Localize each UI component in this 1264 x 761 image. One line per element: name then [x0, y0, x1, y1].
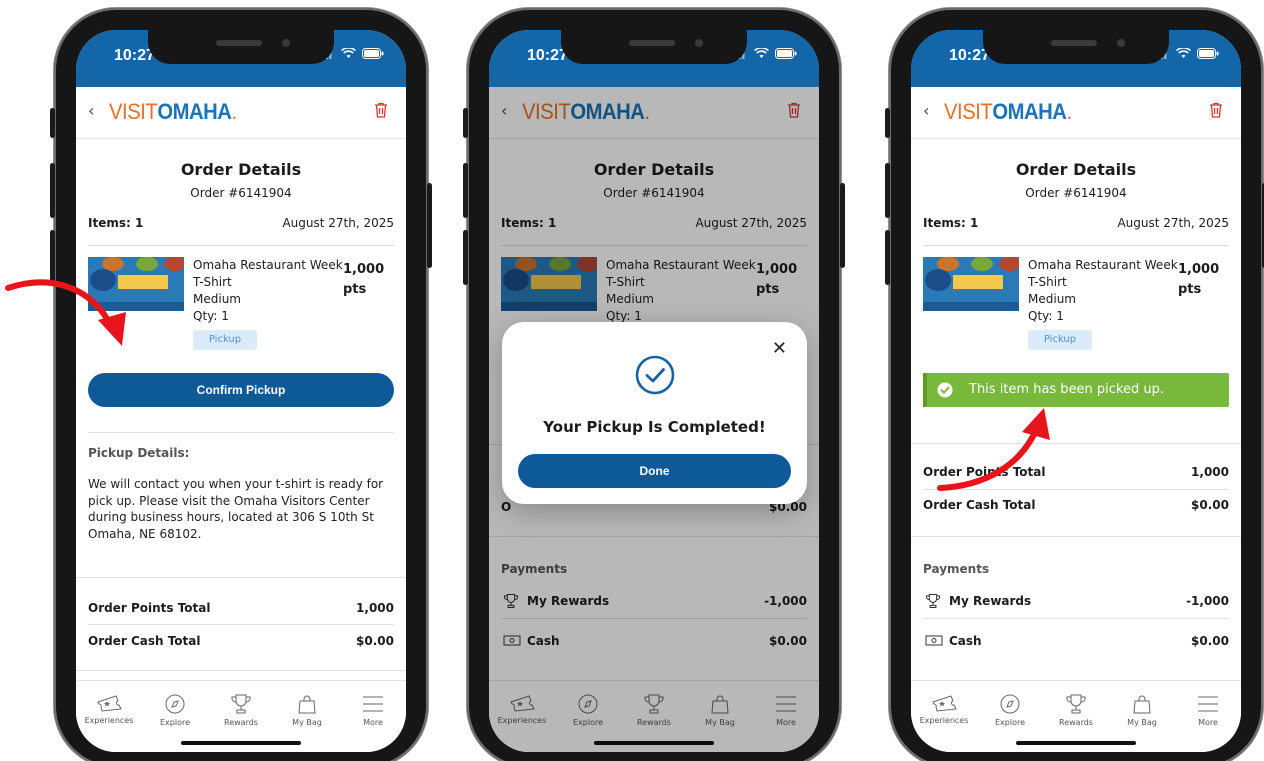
tab-more[interactable]: More: [340, 694, 406, 727]
status-bar: 10:27: [911, 30, 1241, 87]
menu-icon: [1198, 696, 1218, 712]
done-button[interactable]: Done: [518, 454, 791, 488]
rewards-payment-row: My Rewards -1,000: [923, 593, 1229, 614]
battery-icon: [362, 48, 384, 59]
screen-pickup-modal: 10:27 ‹ VISITOMAHA. Order Details Order …: [489, 30, 819, 752]
ticket-icon: [97, 695, 122, 712]
section-divider: [911, 443, 1241, 444]
page-title: Order Details: [1015, 160, 1137, 179]
trophy-icon: [1066, 694, 1086, 714]
tab-my-bag[interactable]: My Bag: [1109, 694, 1175, 727]
check-circle-icon: [937, 382, 953, 398]
ticket-icon: [932, 695, 957, 712]
points-total-row: Order Points Total 1,000: [88, 601, 394, 615]
wifi-icon: [341, 48, 356, 58]
divider: [88, 432, 394, 433]
picked-up-success-banner: This item has been picked up.: [923, 373, 1229, 407]
success-message: This item has been picked up.: [969, 382, 1165, 397]
tab-explore[interactable]: Explore: [977, 694, 1043, 727]
tab-experiences[interactable]: Experiences: [76, 694, 142, 725]
payments-heading: Payments: [923, 562, 990, 576]
compass-icon: [165, 694, 185, 714]
pickup-details-text: We will contact you when your t-shirt is…: [88, 477, 384, 541]
section-divider: [76, 577, 406, 578]
app-header: ‹ VISITOMAHA.: [76, 87, 406, 139]
status-bar: 10:27: [76, 30, 406, 87]
pickup-badge: Pickup: [193, 330, 257, 350]
compass-icon: [1000, 694, 1020, 714]
trophy-icon: [925, 593, 941, 609]
back-button[interactable]: ‹: [923, 101, 929, 120]
tab-more[interactable]: More: [1175, 694, 1241, 727]
product-points: 1,000 pts: [1178, 262, 1220, 297]
product-points: 1,000 pts: [343, 262, 385, 297]
wifi-icon: [754, 48, 769, 58]
confirm-pickup-button[interactable]: Confirm Pickup: [88, 373, 394, 407]
pickup-completed-modal: ✕ Your Pickup Is Completed! Done: [502, 322, 807, 504]
divider: [923, 618, 1229, 619]
points-total-row: Order Points Total 1,000: [923, 465, 1229, 479]
battery-icon: [1197, 48, 1219, 59]
product-info: Omaha Restaurant Week T-Shirt Medium Qty: 1: [193, 258, 343, 323]
home-indicator: [181, 741, 301, 745]
phone-frame-3: 10:27 ‹ VISITOMAHA. Order Details Order …: [885, 8, 1264, 761]
cash-total-row: Order Cash Total $0.00: [88, 634, 394, 648]
cash-icon: [925, 635, 943, 646]
bag-icon: [1133, 695, 1151, 714]
trash-icon[interactable]: [1209, 102, 1223, 118]
screen-picked-up: 10:27 ‹ VISITOMAHA. Order Details Order …: [911, 30, 1241, 752]
trophy-icon: [231, 694, 251, 714]
bottom-tab-bar: Experiences Explore Rewards My Bag More: [76, 680, 406, 752]
visit-omaha-logo[interactable]: VISITOMAHA.: [944, 99, 1072, 125]
section-divider: [76, 670, 406, 671]
tab-my-bag[interactable]: My Bag: [274, 694, 340, 727]
status-bar: 10:27: [489, 30, 819, 87]
trash-icon[interactable]: [374, 102, 388, 118]
items-summary-row: Items: 1 August 27th, 2025: [923, 216, 1229, 246]
modal-title: Your Pickup Is Completed!: [543, 418, 766, 436]
product-info: Omaha Restaurant Week T-Shirt Medium Qty: 1: [1028, 258, 1178, 323]
tab-rewards[interactable]: Rewards: [1043, 694, 1109, 727]
page-title: Order Details: [180, 160, 302, 179]
order-number: Order #6141904: [190, 186, 292, 200]
visit-omaha-logo[interactable]: VISITOMAHA.: [109, 99, 237, 125]
app-header: ‹ VISITOMAHA.: [911, 87, 1241, 139]
screen-order-details: 10:27 ‹ VISITOMAHA. Order Details Order …: [76, 30, 406, 752]
tab-experiences[interactable]: Experiences: [911, 694, 977, 725]
home-indicator: [1016, 741, 1136, 745]
close-icon[interactable]: ✕: [772, 338, 787, 359]
order-date: August 27th, 2025: [282, 216, 394, 230]
pickup-details-heading: Pickup Details:: [88, 446, 190, 460]
cash-payment-row: Cash $0.00: [923, 634, 1229, 654]
menu-icon: [363, 696, 383, 712]
product-thumbnail: [88, 257, 184, 311]
divider: [88, 624, 394, 625]
section-divider: [911, 536, 1241, 537]
pickup-badge: Pickup: [1028, 330, 1092, 350]
product-thumbnail: [923, 257, 1019, 311]
bottom-tab-bar: Experiences Explore Rewards My Bag More: [911, 680, 1241, 752]
tab-rewards[interactable]: Rewards: [208, 694, 274, 727]
order-date: August 27th, 2025: [1117, 216, 1229, 230]
check-circle-icon: [635, 355, 675, 395]
tab-explore[interactable]: Explore: [142, 694, 208, 727]
wifi-icon: [1176, 48, 1191, 58]
bag-icon: [298, 695, 316, 714]
battery-icon: [775, 48, 797, 59]
items-summary-row: Items: 1 August 27th, 2025: [88, 216, 394, 246]
divider: [923, 489, 1229, 490]
phone-frame-2: 10:27 ‹ VISITOMAHA. Order Details Order …: [463, 8, 845, 761]
back-button[interactable]: ‹: [88, 101, 94, 120]
order-number: Order #6141904: [1025, 186, 1127, 200]
cash-total-row: Order Cash Total $0.00: [923, 498, 1229, 512]
phone-frame-1: 10:27 ‹ VISITOMAHA. Order Details Order …: [50, 8, 432, 761]
